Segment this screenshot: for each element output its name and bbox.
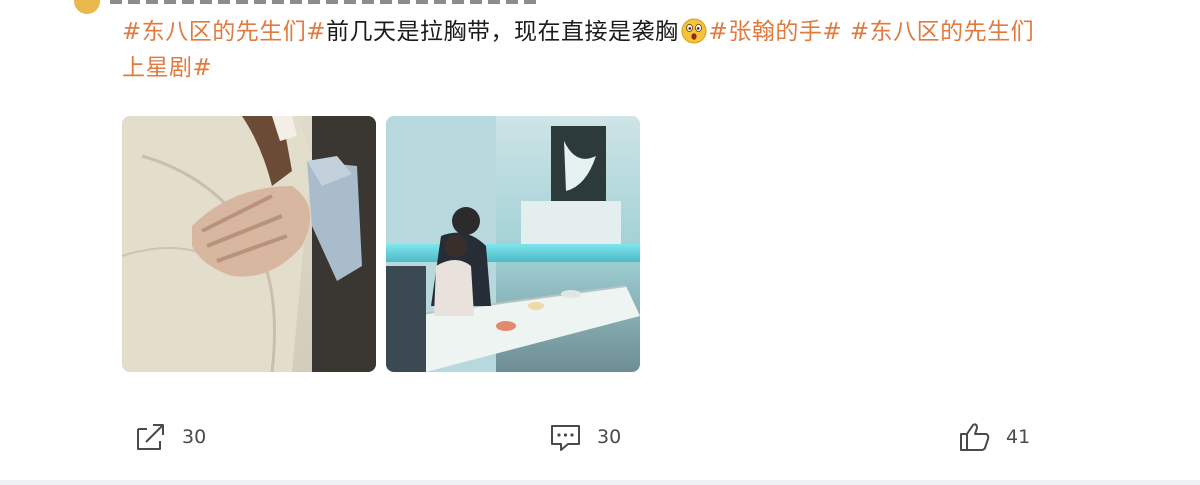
like-count: 41 bbox=[1006, 426, 1031, 448]
share-button[interactable]: 30 bbox=[134, 422, 206, 452]
hashtag-link[interactable]: 上星剧# bbox=[122, 55, 212, 81]
post-text-line-2: 上星剧# bbox=[122, 50, 1162, 86]
comment-icon bbox=[551, 425, 580, 451]
shocked-face-emoji-icon bbox=[681, 18, 707, 44]
photo-couple-at-table-icon bbox=[386, 116, 640, 372]
post-text: #东八区的先生们#前几天是拉胸带，现在直接是袭胸 #张翰的手# #东八区的先生们… bbox=[122, 14, 1162, 86]
post-body-text bbox=[842, 19, 850, 45]
post-body-text: 前几天是拉胸带，现在直接是袭胸 bbox=[326, 19, 679, 45]
post-image-1[interactable] bbox=[122, 116, 376, 372]
comment-button[interactable]: 30 bbox=[549, 422, 621, 452]
share-count: 30 bbox=[182, 426, 207, 448]
like-button[interactable]: 41 bbox=[958, 422, 1030, 452]
cut-off-username bbox=[110, 0, 540, 4]
card-bottom-border bbox=[0, 480, 1200, 485]
post-text-line-1: #东八区的先生们#前几天是拉胸带，现在直接是袭胸 #张翰的手# #东八区的先生们 bbox=[122, 14, 1162, 50]
post-image-2[interactable] bbox=[386, 116, 640, 372]
photo-closeup-hand-shirt-icon bbox=[122, 116, 376, 372]
comment-count: 30 bbox=[597, 426, 622, 448]
hashtag-link[interactable]: #张翰的手# bbox=[709, 19, 843, 45]
avatar-badge-icon bbox=[74, 0, 100, 14]
share-icon bbox=[137, 424, 164, 450]
thumbs-up-icon bbox=[960, 423, 990, 451]
hashtag-link[interactable]: #东八区的先生们# bbox=[122, 19, 326, 45]
hashtag-link[interactable]: #东八区的先生们 bbox=[850, 19, 1034, 45]
